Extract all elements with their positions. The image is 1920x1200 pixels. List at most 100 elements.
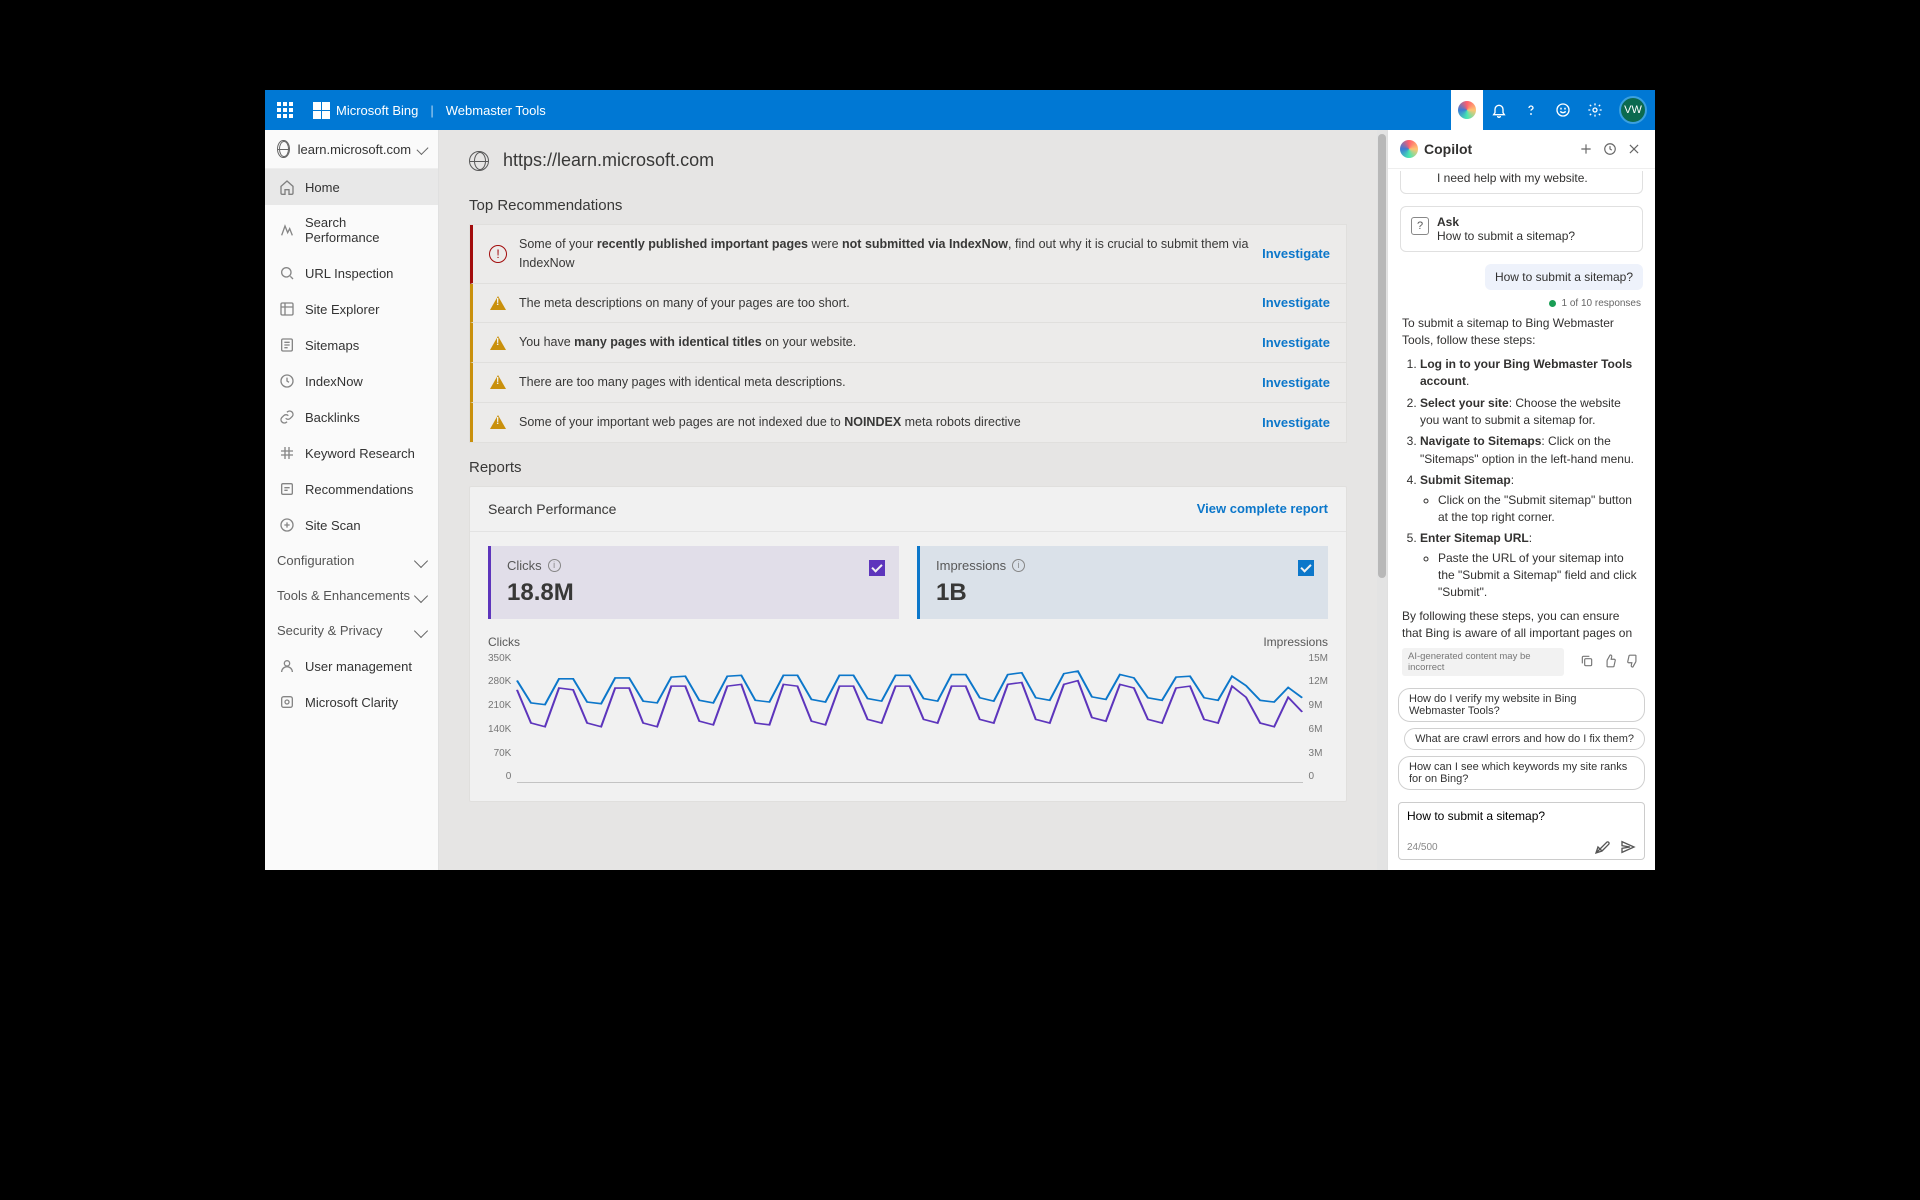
globe-icon xyxy=(469,151,489,171)
copilot-text-input[interactable] xyxy=(1407,809,1636,823)
notifications-button[interactable] xyxy=(1483,90,1515,130)
sidebar-item-keyword-research[interactable]: Keyword Research xyxy=(265,435,438,471)
chevron-down-icon xyxy=(417,143,429,155)
warning-icon xyxy=(489,413,507,431)
chart-tick-right: 6M xyxy=(1309,724,1328,735)
performance-chart: 350K280K210K140K70K0 15M12M9M6M3M0 xyxy=(488,653,1328,783)
sidebar-item-label: URL Inspection xyxy=(305,266,393,281)
main-scrollbar[interactable] xyxy=(1377,130,1387,870)
chart-tick-right: 0 xyxy=(1309,771,1328,782)
followup-suggestions: How do I verify my website in Bing Webma… xyxy=(1388,684,1655,794)
metric-clicks-checkbox[interactable] xyxy=(869,560,885,576)
send-icon[interactable] xyxy=(1620,839,1636,855)
report-title: Search Performance xyxy=(488,501,616,517)
sidebar-item-label: Keyword Research xyxy=(305,446,415,461)
sidebar-item-indexnow[interactable]: IndexNow xyxy=(265,363,438,399)
sidebar-item-label: Backlinks xyxy=(305,410,360,425)
bell-icon xyxy=(1491,102,1507,118)
global-header: Microsoft Bing | Webmaster Tools VW xyxy=(265,90,1655,130)
suggestion-ask-text: How to submit a sitemap? xyxy=(1437,229,1575,243)
recommendation-row: Some of your important web pages are not… xyxy=(470,403,1346,442)
investigate-link[interactable]: Investigate xyxy=(1262,295,1330,310)
help-button[interactable] xyxy=(1515,90,1547,130)
copilot-header-button[interactable] xyxy=(1451,90,1483,130)
sidebar-item-site-scan[interactable]: Site Scan xyxy=(265,507,438,543)
chart-tick-right: 15M xyxy=(1309,653,1328,664)
app-window: Microsoft Bing | Webmaster Tools VW lear… xyxy=(265,90,1655,870)
investigate-link[interactable]: Investigate xyxy=(1262,246,1330,261)
copilot-input-box[interactable]: 24/500 xyxy=(1398,802,1645,860)
thumbs-up-button[interactable] xyxy=(1603,654,1618,670)
chart-tick-left: 0 xyxy=(488,771,511,782)
followup-suggestion[interactable]: How do I verify my website in Bing Webma… xyxy=(1398,688,1645,722)
sidebar-item-user-management[interactable]: User management xyxy=(265,648,438,684)
sidebar-item-sitemaps[interactable]: Sitemaps xyxy=(265,327,438,363)
recommendation-text: The meta descriptions on many of your pa… xyxy=(519,294,1250,313)
new-chat-button[interactable] xyxy=(1577,140,1595,158)
broom-icon[interactable] xyxy=(1594,839,1610,855)
investigate-link[interactable]: Investigate xyxy=(1262,375,1330,390)
sidebar-item-microsoft-clarity[interactable]: Microsoft Clarity xyxy=(265,684,438,720)
sidebar-item-site-explorer[interactable]: Site Explorer xyxy=(265,291,438,327)
sidebar-section-security-privacy[interactable]: Security & Privacy xyxy=(265,613,438,648)
scrollbar-thumb[interactable] xyxy=(1378,134,1386,578)
chart-tick-left: 140K xyxy=(488,724,511,735)
investigate-link[interactable]: Investigate xyxy=(1262,335,1330,350)
app-launcher-button[interactable] xyxy=(265,90,305,130)
metric-impressions-label: Impressions xyxy=(936,558,1006,573)
sidebar-item-label: Site Explorer xyxy=(305,302,379,317)
sidebar-section-tools-enhancements[interactable]: Tools & Enhancements xyxy=(265,578,438,613)
sidebar-item-recommendations[interactable]: Recommendations xyxy=(265,471,438,507)
sidebar-section-configuration[interactable]: Configuration xyxy=(265,543,438,578)
chart-tick-right: 9M xyxy=(1309,700,1328,711)
metric-impressions-checkbox[interactable] xyxy=(1298,560,1314,576)
sidebar-item-search-performance[interactable]: Search Performance xyxy=(265,205,438,255)
warning-icon xyxy=(489,373,507,391)
brand-secondary: Webmaster Tools xyxy=(446,103,546,118)
metric-clicks[interactable]: Clicksi 18.8M xyxy=(488,546,899,619)
status-dot-icon xyxy=(1549,300,1556,307)
metric-impressions[interactable]: Impressionsi 1B xyxy=(917,546,1328,619)
sidebar-item-label: Site Scan xyxy=(305,518,361,533)
sidebar-item-url-inspection[interactable]: URL Inspection xyxy=(265,255,438,291)
chevron-down-icon xyxy=(414,553,428,567)
copy-button[interactable] xyxy=(1580,654,1595,670)
settings-button[interactable] xyxy=(1579,90,1611,130)
gear-icon xyxy=(1587,102,1603,118)
top-recommendations-heading: Top Recommendations xyxy=(439,181,1377,224)
close-copilot-button[interactable] xyxy=(1625,140,1643,158)
nav-icon xyxy=(279,694,295,710)
sidebar-item-backlinks[interactable]: Backlinks xyxy=(265,399,438,435)
followup-suggestion[interactable]: What are crawl errors and how do I fix t… xyxy=(1404,728,1645,750)
response-meta: 1 of 10 responses xyxy=(1388,296,1655,311)
suggestion-card-ask[interactable]: ? Ask How to submit a sitemap? xyxy=(1400,206,1643,252)
sidebar-item-home[interactable]: Home xyxy=(265,169,438,205)
view-complete-report-link[interactable]: View complete report xyxy=(1197,501,1328,516)
info-icon[interactable]: i xyxy=(548,559,561,572)
nav-icon xyxy=(279,301,295,317)
left-sidebar: learn.microsoft.com HomeSearch Performan… xyxy=(265,130,439,870)
feedback-button[interactable] xyxy=(1547,90,1579,130)
char-counter: 24/500 xyxy=(1407,842,1438,853)
ask-icon: ? xyxy=(1411,217,1429,235)
recommendation-row: The meta descriptions on many of your pa… xyxy=(470,284,1346,324)
user-message: How to submit a sitemap? xyxy=(1485,264,1643,290)
nav-icon xyxy=(279,445,295,461)
history-button[interactable] xyxy=(1601,140,1619,158)
recommendation-text: There are too many pages with identical … xyxy=(519,373,1250,392)
nav-icon xyxy=(279,337,295,353)
investigate-link[interactable]: Investigate xyxy=(1262,415,1330,430)
brand-block: Microsoft Bing | Webmaster Tools xyxy=(305,102,554,119)
user-avatar[interactable]: VW xyxy=(1619,96,1647,124)
suggestion-card-help[interactable]: I need help with my website. xyxy=(1400,171,1643,194)
thumbs-down-icon xyxy=(1626,654,1640,668)
brand-primary: Microsoft Bing xyxy=(336,103,418,118)
info-icon[interactable]: i xyxy=(1012,559,1025,572)
followup-suggestion[interactable]: How can I see which keywords my site ran… xyxy=(1398,756,1645,790)
thumbs-down-button[interactable] xyxy=(1626,654,1641,670)
recommendation-row: You have many pages with identical title… xyxy=(470,323,1346,363)
site-picker[interactable]: learn.microsoft.com xyxy=(265,130,438,169)
nav-icon xyxy=(279,409,295,425)
chart-left-axis-label: Clicks xyxy=(488,635,520,649)
chart-tick-left: 350K xyxy=(488,653,511,664)
